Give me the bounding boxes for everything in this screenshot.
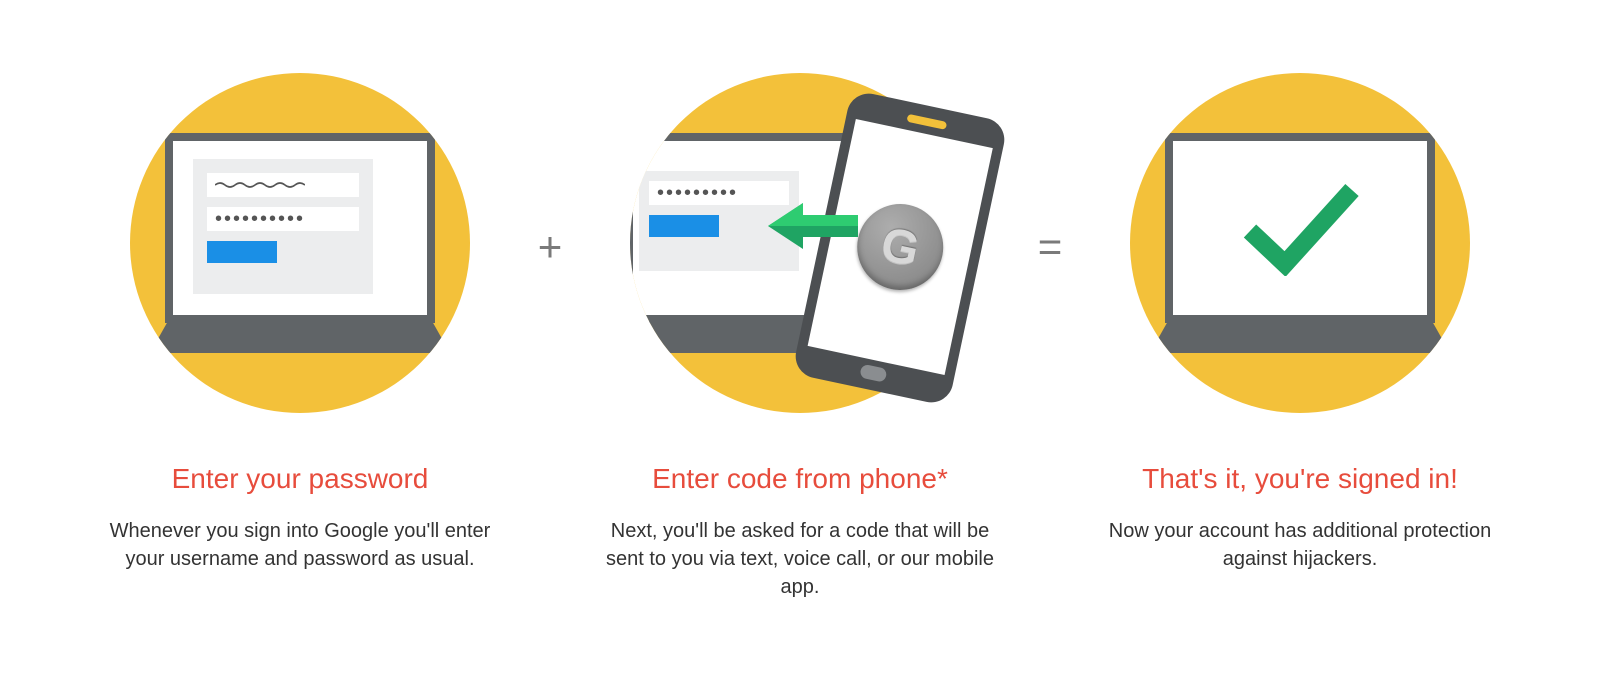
step-code-description: Next, you'll be asked for a code that wi… xyxy=(605,517,995,601)
step-password: •••••••••• Enter your password Whenever … xyxy=(85,73,515,573)
login-form-icon: •••••••••• xyxy=(193,159,373,294)
step-success-illustration xyxy=(1130,73,1470,413)
step-success: That's it, you're signed in! Now your ac… xyxy=(1085,73,1515,573)
arrow-left-icon xyxy=(768,201,858,251)
step-success-title: That's it, you're signed in! xyxy=(1142,463,1458,495)
checkmark-icon xyxy=(1240,176,1360,276)
step-password-illustration: •••••••••• xyxy=(130,73,470,413)
password-field-icon: •••••••••• xyxy=(207,207,359,231)
step-password-description: Whenever you sign into Google you'll ent… xyxy=(105,517,495,573)
authenticator-letter: G xyxy=(876,216,924,278)
step-code-title: Enter code from phone* xyxy=(652,463,948,495)
step-code: ••••••••• G xyxy=(585,73,1015,601)
laptop-icon xyxy=(1150,133,1450,353)
two-step-verification-di══diagram: •••••••••• Enter your password Whenever … xyxy=(25,73,1575,601)
step-code-illustration: ••••••••• G xyxy=(630,73,970,413)
step-password-title: Enter your password xyxy=(172,463,429,495)
authenticator-badge-icon: G xyxy=(849,196,951,298)
username-field-icon xyxy=(207,173,359,197)
step-success-description: Now your account has additional protecti… xyxy=(1105,517,1495,573)
plus-operator: + xyxy=(515,223,585,271)
submit-button-icon xyxy=(207,241,277,263)
submit-button-icon xyxy=(649,215,719,237)
equals-operator: = xyxy=(1015,223,1085,271)
laptop-icon: •••••••••• xyxy=(150,133,450,353)
